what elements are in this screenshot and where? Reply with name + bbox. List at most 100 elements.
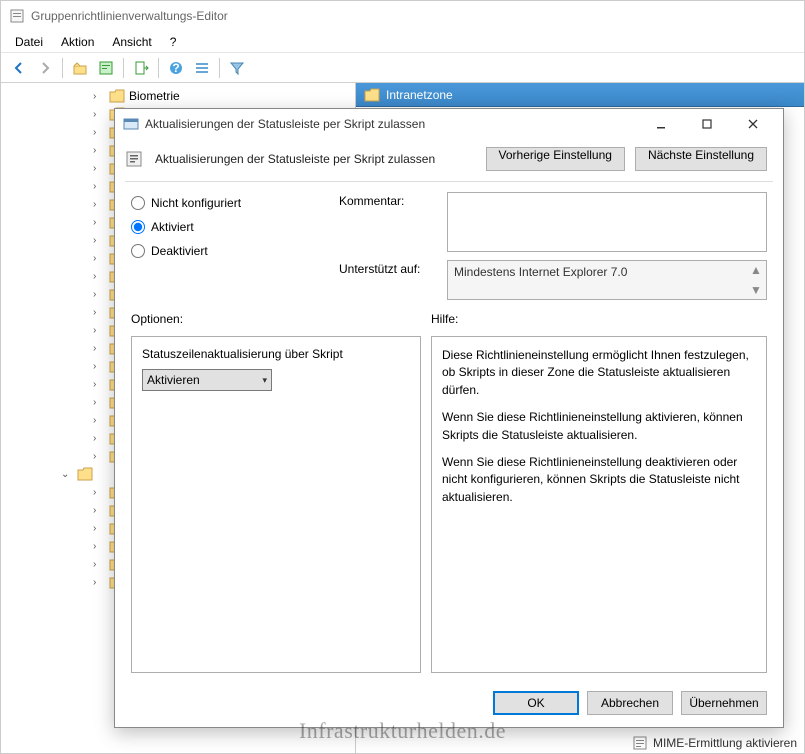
expand-icon[interactable]: ›	[93, 127, 105, 138]
expand-icon[interactable]: ›	[93, 181, 105, 192]
expand-icon[interactable]: ⌄	[61, 469, 73, 480]
maximize-button[interactable]	[687, 109, 727, 139]
expand-icon[interactable]: ›	[93, 109, 105, 120]
list-item-icon	[633, 736, 647, 750]
comment-textarea[interactable]	[447, 192, 767, 252]
apply-button[interactable]: Übernehmen	[681, 691, 767, 715]
toolbar-help[interactable]: ?	[164, 56, 188, 80]
back-button[interactable]	[7, 56, 31, 80]
folder-icon	[109, 89, 125, 103]
help-label: Hilfe:	[431, 312, 767, 326]
forward-button[interactable]	[33, 56, 57, 80]
toolbar-separator	[158, 58, 159, 78]
help-paragraph: Wenn Sie diese Richtlinieneinstellung de…	[442, 454, 756, 506]
status-item-label: MIME-Ermittlung aktivieren	[653, 736, 797, 750]
expand-icon[interactable]: ›	[93, 163, 105, 174]
dialog-settings: Nicht konfiguriert Aktiviert Deaktiviert…	[115, 182, 783, 300]
toolbar-properties[interactable]	[94, 56, 118, 80]
radio-label: Aktiviert	[151, 220, 194, 234]
expand-icon[interactable]: ›	[93, 145, 105, 156]
expand-icon[interactable]: ›	[93, 361, 105, 372]
menu-action[interactable]: Aktion	[53, 33, 102, 51]
minimize-button[interactable]	[641, 109, 681, 139]
supported-value: Mindestens Internet Explorer 7.0	[454, 265, 627, 279]
expand-icon[interactable]: ›	[93, 415, 105, 426]
expand-icon[interactable]: ›	[93, 577, 105, 588]
main-titlebar: Gruppenrichtlinienverwaltungs-Editor	[1, 1, 804, 31]
help-paragraph: Wenn Sie diese Richtlinieneinstellung ak…	[442, 409, 756, 444]
radio-label: Nicht konfiguriert	[151, 196, 241, 210]
dialog-panes: Statuszeilenaktualisierung über Skript A…	[115, 330, 783, 683]
expand-icon[interactable]: ›	[93, 487, 105, 498]
up-button[interactable]	[68, 56, 92, 80]
menu-file[interactable]: Datei	[7, 33, 51, 51]
radio-input[interactable]	[131, 220, 145, 234]
tree-node[interactable]: › Biometrie	[1, 87, 355, 105]
help-pane: Diese Richtlinieneinstellung ermöglicht …	[431, 336, 767, 673]
expand-icon[interactable]: ›	[93, 91, 105, 102]
status-strip: MIME-Ermittlung aktivieren	[633, 736, 797, 750]
policy-dialog: Aktualisierungen der Statusleiste per Sk…	[114, 108, 784, 728]
help-paragraph: Diese Richtlinieneinstellung ermöglicht …	[442, 347, 756, 399]
options-label: Optionen:	[131, 312, 431, 326]
expand-icon[interactable]: ›	[93, 199, 105, 210]
expand-icon[interactable]: ›	[93, 559, 105, 570]
radio-disabled[interactable]: Deaktiviert	[131, 244, 331, 258]
pane-labels: Optionen: Hilfe:	[115, 300, 783, 330]
right-pane-title: Intranetzone	[386, 88, 453, 102]
radio-input[interactable]	[131, 244, 145, 258]
dropdown-value: Aktivieren	[147, 373, 200, 387]
expand-icon[interactable]: ›	[93, 505, 105, 516]
dialog-fields: Kommentar: Unterstützt auf: Mindestens I…	[339, 192, 767, 300]
expand-icon[interactable]: ›	[93, 397, 105, 408]
svg-text:?: ?	[172, 61, 179, 75]
next-setting-button[interactable]: Nächste Einstellung	[635, 147, 767, 171]
menubar: Datei Aktion Ansicht ?	[1, 31, 804, 53]
folder-icon	[364, 88, 380, 102]
comment-row: Kommentar:	[339, 192, 767, 252]
dialog-icon	[123, 116, 139, 132]
ok-button[interactable]: OK	[493, 691, 579, 715]
supported-row: Unterstützt auf: Mindestens Internet Exp…	[339, 260, 767, 300]
expand-icon[interactable]: ›	[93, 271, 105, 282]
menu-help[interactable]: ?	[162, 33, 185, 51]
supported-label: Unterstützt auf:	[339, 260, 439, 300]
toolbar-separator	[62, 58, 63, 78]
menu-view[interactable]: Ansicht	[104, 33, 159, 51]
app-icon	[9, 8, 25, 24]
app-title: Gruppenrichtlinienverwaltungs-Editor	[31, 9, 228, 23]
expand-icon[interactable]: ›	[93, 253, 105, 264]
expand-icon[interactable]: ›	[93, 217, 105, 228]
dialog-buttons: OK Abbrechen Übernehmen	[115, 683, 783, 727]
expand-icon[interactable]: ›	[93, 523, 105, 534]
radio-input[interactable]	[131, 196, 145, 210]
cancel-button[interactable]: Abbrechen	[587, 691, 673, 715]
expand-icon[interactable]: ›	[93, 325, 105, 336]
radio-not-configured[interactable]: Nicht konfiguriert	[131, 196, 331, 210]
toolbar-separator	[219, 58, 220, 78]
expand-icon[interactable]: ›	[93, 433, 105, 444]
toolbar-filter[interactable]	[225, 56, 249, 80]
options-pane: Statuszeilenaktualisierung über Skript A…	[131, 336, 421, 673]
close-button[interactable]	[733, 109, 773, 139]
options-dropdown[interactable]: Aktivieren ▾	[142, 369, 272, 391]
expand-icon[interactable]: ›	[93, 343, 105, 354]
expand-icon[interactable]: ›	[93, 541, 105, 552]
toolbar-list[interactable]	[190, 56, 214, 80]
expand-icon[interactable]: ›	[93, 289, 105, 300]
chevron-down-icon: ▾	[262, 375, 267, 386]
comment-label: Kommentar:	[339, 192, 439, 252]
expand-icon[interactable]: ›	[93, 235, 105, 246]
tree-label: Biometrie	[129, 89, 180, 103]
toolbar-export[interactable]	[129, 56, 153, 80]
dialog-titlebar[interactable]: Aktualisierungen der Statusleiste per Sk…	[115, 109, 783, 139]
expand-icon[interactable]: ›	[93, 307, 105, 318]
expand-icon[interactable]: ›	[93, 379, 105, 390]
folder-icon	[77, 467, 93, 481]
radio-enabled[interactable]: Aktiviert	[131, 220, 331, 234]
supported-box: Mindestens Internet Explorer 7.0 ▲▼	[447, 260, 767, 300]
policy-icon	[125, 149, 145, 169]
previous-setting-button[interactable]: Vorherige Einstellung	[486, 147, 625, 171]
expand-icon[interactable]: ›	[93, 451, 105, 462]
dialog-subheader: Aktualisierungen der Statusleiste per Sk…	[115, 139, 783, 181]
